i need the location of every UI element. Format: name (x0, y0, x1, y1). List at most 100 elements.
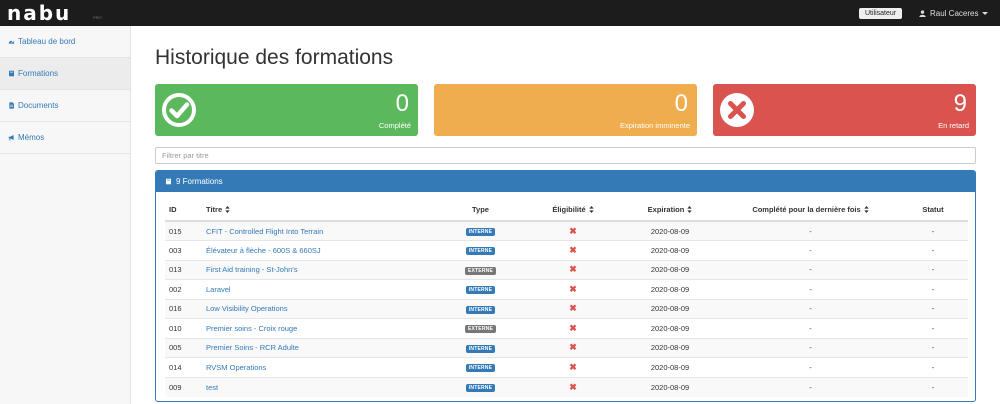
sidebar-item-documents[interactable]: Documents (0, 90, 130, 122)
type-badge: EXTERNE (464, 266, 497, 275)
type-badge: INTERNE (465, 228, 496, 236)
cell-completed: - (723, 357, 898, 377)
sidebar-item-label: Mémos (18, 133, 45, 142)
caret-down-icon (982, 12, 989, 15)
role-badge: Utilisateur (859, 8, 903, 19)
stat-card-expiring: 0 Expiration imminente (434, 84, 697, 136)
panel-heading: 9 Formations (156, 171, 975, 192)
cell-completed: - (723, 298, 898, 319)
cell-id: 016 (165, 298, 202, 319)
cell-completed: - (723, 259, 898, 280)
cell-eligibility: ✖ (529, 318, 617, 338)
table-row[interactable]: 002 Laravel INTERNE ✖ 2020-08-09- - (165, 279, 968, 299)
ineligible-x-icon: ✖ (569, 244, 577, 255)
cell-completed: - (723, 220, 898, 241)
app-logo[interactable]: nabu (7, 2, 71, 24)
training-title-link[interactable]: Premier Soins - RCR Adulte (202, 337, 432, 358)
table-row[interactable]: 010 Premier soins - Croix rouge EXTERNE ✖ 20… (165, 318, 968, 338)
type-badge: INTERNE (465, 286, 496, 295)
col-header-expiration[interactable]: Expiration (617, 199, 723, 222)
book-icon (166, 178, 171, 185)
cell-status: - (898, 318, 968, 338)
formations-table: ID Titre Type Éligibilité Expiration Com… (165, 199, 968, 397)
sidebar-item-memos[interactable]: Mémos (0, 122, 130, 154)
cell-status: - (898, 376, 968, 397)
table-row[interactable]: 013 First Aid training - St-John's EXTERNE… (165, 259, 968, 280)
col-header-label: Complété pour la dernière fois (752, 205, 861, 214)
ineligible-x-icon: ✖ (569, 322, 577, 333)
training-title-link[interactable]: Premier soins - Croix rouge (202, 318, 432, 338)
stat-label: En retard (938, 121, 969, 130)
cell-eligibility: ✖ (529, 337, 617, 358)
file-icon (9, 102, 14, 109)
cell-id: 005 (165, 337, 202, 358)
cell-status: - (898, 357, 968, 377)
col-header-label: Titre (206, 205, 223, 214)
cell-status: - (898, 240, 968, 260)
ineligible-x-icon: ✖ (569, 303, 577, 314)
logo-sup: PRO (93, 15, 102, 20)
cell-expiration: 2020-08-09 (617, 357, 723, 377)
sort-icon (687, 206, 693, 213)
training-title-link[interactable]: First Aid training - St-John's (202, 259, 432, 280)
type-badge: INTERNE (465, 247, 496, 256)
sidebar-item-label: Documents (18, 101, 59, 110)
page-title: Historique des formations (155, 46, 394, 69)
cell-type: INTERNE (432, 376, 529, 397)
training-title-link[interactable]: RVSM Operations (202, 357, 432, 377)
training-title-link[interactable]: Low Visibility Operations (202, 298, 432, 319)
col-header-label: Éligibilité (552, 205, 586, 214)
cell-type: EXTERNE (432, 318, 529, 338)
table-row[interactable]: 014 RVSM Operations INTERNE ✖ 2020-08-09- - (165, 357, 968, 377)
cell-type: INTERNE (432, 298, 529, 319)
cell-status: - (898, 279, 968, 299)
cell-eligibility: ✖ (529, 259, 617, 280)
ineligible-x-icon: ✖ (569, 361, 577, 372)
table-row[interactable]: 015 CFIT - Controlled Flight Into Terrain… (165, 220, 968, 241)
cell-eligibility: ✖ (529, 220, 617, 241)
table-row[interactable]: 003 Élévateur à flèche - 600S & 660SJ INTE… (165, 240, 968, 260)
cell-eligibility: ✖ (529, 279, 617, 299)
title-filter-input[interactable] (155, 147, 976, 164)
cell-status: - (898, 220, 968, 241)
x-circle-icon (720, 93, 754, 127)
table-row[interactable]: 005 Premier Soins - RCR Adulte INTERNE ✖ 202… (165, 337, 968, 358)
stat-label: Expiration imminente (619, 121, 690, 130)
cell-completed: - (723, 240, 898, 260)
type-badge: INTERNE (465, 344, 496, 353)
col-header-eligibility[interactable]: Éligibilité (529, 199, 617, 222)
col-header-title[interactable]: Titre (202, 199, 432, 222)
user-icon (919, 10, 926, 17)
top-navbar: nabu PRO Utilisateur Raul Caceres (0, 0, 1000, 26)
dashboard-icon (8, 40, 15, 44)
user-name: Raul Caceres (930, 9, 979, 18)
cell-expiration: 2020-08-09 (617, 298, 723, 319)
table-row[interactable]: 016 Low Visibility Operations INTERNE ✖ 2020… (165, 298, 968, 319)
training-title-link[interactable]: Élévateur à flèche - 600S & 660SJ (202, 240, 432, 260)
cell-type: INTERNE (432, 240, 529, 260)
user-menu[interactable]: Raul Caceres (919, 8, 989, 19)
sidebar-item-label: Tableau de bord (18, 37, 76, 46)
sidebar-item-dashboard[interactable]: Tableau de bord (0, 26, 130, 58)
cell-expiration: 2020-08-09 (617, 337, 723, 358)
training-title-link[interactable]: Laravel (202, 279, 432, 299)
cell-id: 014 (165, 357, 202, 377)
cell-type: INTERNE (432, 337, 529, 358)
training-title-link[interactable]: test (202, 376, 432, 397)
cell-id: 010 (165, 318, 202, 338)
col-header-label: Expiration (647, 205, 685, 214)
stat-value: 9 (953, 90, 967, 117)
cell-eligibility: ✖ (529, 240, 617, 260)
stat-card-overdue: 9 En retard (713, 84, 976, 136)
cell-id: 003 (165, 240, 202, 260)
ineligible-x-icon: ✖ (569, 264, 577, 275)
formations-panel: 9 Formations ID Titre Type Éligibilité E… (155, 170, 976, 402)
col-header-completed[interactable]: Complété pour la dernière fois (723, 199, 898, 222)
sidebar-item-formations[interactable]: Formations (0, 58, 130, 90)
table-row[interactable]: 009 test INTERNE ✖ 2020-08-09- - (165, 376, 968, 397)
cell-expiration: 2020-08-09 (617, 220, 723, 241)
training-title-link[interactable]: CFIT - Controlled Flight Into Terrain (202, 220, 432, 241)
cell-expiration: 2020-08-09 (617, 259, 723, 280)
stat-value: 0 (674, 90, 688, 117)
cell-status: - (898, 259, 968, 280)
